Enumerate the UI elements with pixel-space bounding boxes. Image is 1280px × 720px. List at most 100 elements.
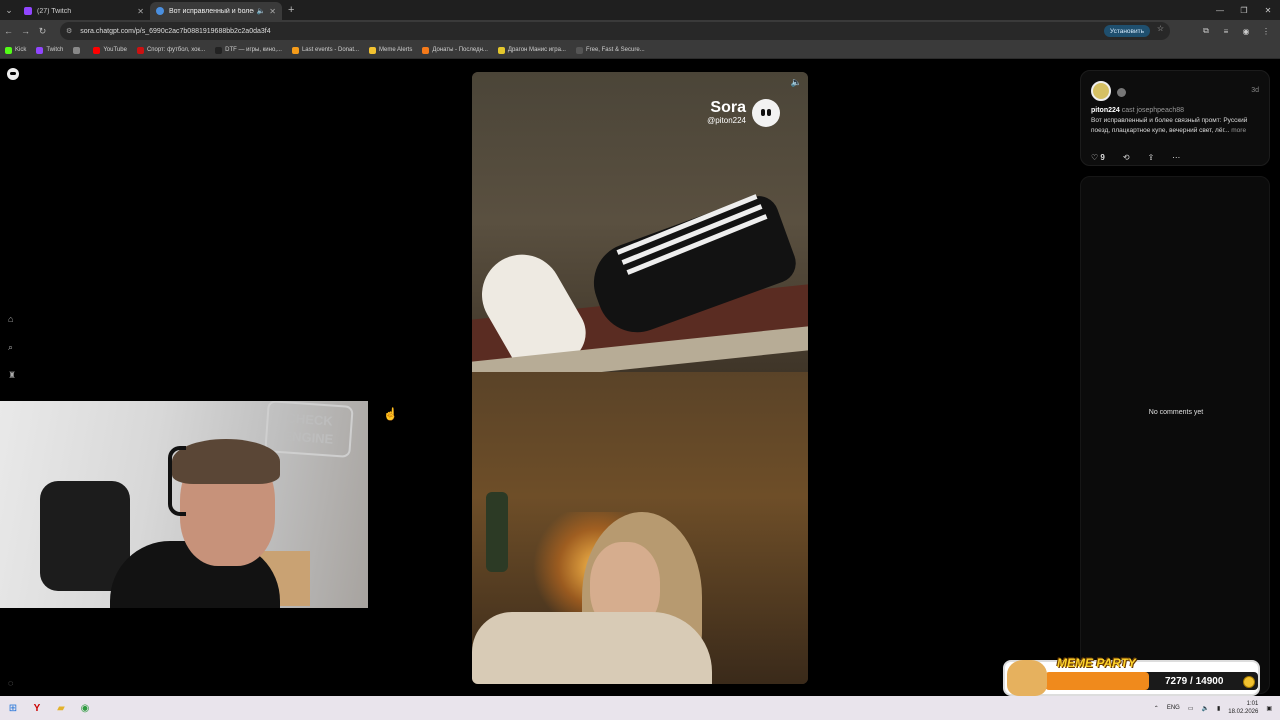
bookmark-favicon-icon	[5, 46, 12, 54]
bookmark-item[interactable]: Last events - Donat...	[291, 46, 359, 54]
post-author-line: piton224 cast josephpeach88	[1091, 107, 1184, 114]
language-indicator[interactable]: ENG	[1167, 705, 1180, 711]
bookmark-label: Twitch	[46, 47, 64, 53]
bookmark-favicon-icon	[36, 46, 44, 54]
address-bar[interactable]: ⚙ sora.chatgpt.com/p/s_6990c2ac7b0881919…	[60, 22, 1170, 40]
bookmark-item[interactable]	[73, 46, 83, 54]
reload-icon[interactable]: ↻	[34, 26, 51, 37]
forward-icon[interactable]: →	[17, 26, 34, 36]
window-controls: — ❐ ✕	[1208, 0, 1280, 20]
bookmark-favicon-icon	[369, 46, 376, 54]
bookmark-item[interactable]: DTF — игры, кино,...	[215, 46, 282, 54]
close-window-icon[interactable]: ✕	[1256, 6, 1280, 15]
windows-taskbar: ⊞ Y ▰ ◉ ⌃ ENG ▭ 🔈 ▮ 1:01 18.02.2026 ▣	[0, 696, 1280, 720]
avatar[interactable]	[1091, 81, 1111, 101]
network-icon[interactable]: ▭	[1188, 705, 1194, 712]
bookmark-favicon-icon	[93, 46, 101, 54]
bookmark-item[interactable]: YouTube	[93, 46, 127, 54]
speaker-icon[interactable]: 🔈	[257, 7, 266, 15]
tab-twitch[interactable]: (27) Twitch ✕	[18, 2, 150, 20]
bookmark-label: Free, Fast & Secure...	[585, 47, 645, 53]
tab-search-icon[interactable]: ≡	[1216, 27, 1236, 36]
bookmark-item[interactable]: Meme Alerts	[369, 46, 412, 54]
minimize-icon[interactable]: —	[1208, 6, 1232, 15]
home-icon[interactable]: ⌂	[8, 314, 13, 324]
more-link[interactable]: more	[1231, 127, 1246, 134]
tab-title: Вот исправленный и более	[169, 7, 254, 15]
post-actions: ♡ 9 ⟲ ⇪ ⋯	[1091, 153, 1198, 162]
back-icon[interactable]: ←	[0, 26, 17, 36]
bookmark-label: YouTube	[103, 47, 127, 53]
sora-logo-icon[interactable]	[7, 68, 19, 80]
clock-date: 18.02.2026	[1228, 709, 1259, 715]
tray-chevron-icon[interactable]: ⌃	[1154, 705, 1159, 712]
close-icon[interactable]: ✕	[269, 7, 276, 16]
post-details-card: 3d piton224 cast josephpeach88 Вот испра…	[1080, 70, 1270, 166]
install-app-button[interactable]: Установить	[1103, 25, 1150, 37]
bookmark-item[interactable]: Free, Fast & Secure...	[575, 46, 645, 54]
remix-icon[interactable]: ⟲	[1123, 153, 1130, 162]
extensions-icon[interactable]: ⧉	[1196, 26, 1216, 36]
bookmark-favicon-icon	[497, 46, 505, 54]
watermark-handle: @piton224	[707, 116, 746, 125]
sora-favicon-icon	[156, 7, 164, 15]
clock[interactable]: 1:01 18.02.2026	[1228, 700, 1258, 716]
headset-image	[168, 446, 186, 516]
like-button[interactable]: ♡ 9	[1091, 153, 1105, 162]
share-icon[interactable]: ⇪	[1148, 153, 1155, 162]
post-cast-text[interactable]: cast josephpeach88	[1122, 107, 1184, 114]
bookmark-item[interactable]: Twitch	[36, 46, 64, 54]
progress-fill	[1045, 672, 1149, 690]
post-age: 3d	[1251, 87, 1259, 94]
webcam-overlay: CHECK ENGINE	[0, 401, 368, 608]
more-options-icon[interactable]: ⋯	[1172, 153, 1180, 162]
post-username[interactable]: piton224	[1091, 107, 1120, 114]
bookmark-item[interactable]: Донаты - Последн...	[422, 46, 488, 54]
settings-icon[interactable]: ◌	[8, 678, 13, 688]
battery-icon[interactable]: ▮	[1217, 705, 1220, 712]
volume-icon[interactable]: 🔈	[791, 77, 802, 88]
bookmark-item[interactable]: Спорт: футбол, хок...	[136, 46, 206, 54]
bookmark-favicon-icon	[291, 46, 299, 54]
meme-party-title: MEME PARTY	[1057, 656, 1136, 670]
sora-watermark: Sora @piton224	[707, 99, 746, 125]
maximize-icon[interactable]: ❐	[1232, 6, 1256, 15]
bookmark-star-icon[interactable]: ☆	[1157, 24, 1164, 33]
yandex-browser-icon[interactable]: Y	[26, 699, 48, 717]
comments-panel: No comments yet	[1080, 176, 1270, 694]
meme-party-widget: MEME PARTY 7279 / 14900	[1003, 656, 1260, 696]
tab-strip: ⌄ (27) Twitch ✕ Вот исправленный и более…	[0, 0, 1280, 20]
cameo-icon[interactable]	[1117, 88, 1126, 97]
tab-sora[interactable]: Вот исправленный и более 🔈 ✕	[150, 2, 282, 20]
volume-icon[interactable]: 🔈	[1202, 705, 1209, 712]
close-icon[interactable]: ✕	[137, 7, 144, 16]
watermark-brand: Sora	[710, 99, 746, 116]
bookmark-favicon-icon	[136, 46, 144, 54]
search-icon[interactable]: ⌕	[8, 342, 13, 353]
new-tab-button[interactable]: +	[288, 4, 294, 16]
install-label: Установить	[1109, 27, 1144, 35]
notifications-icon[interactable]: ▣	[1266, 705, 1272, 712]
streamer-hair-image	[172, 439, 280, 484]
menu-icon[interactable]: ⋮	[1256, 27, 1276, 36]
chrome-icon[interactable]: ◉	[74, 699, 96, 717]
sora-ghost-icon	[752, 99, 780, 127]
post-description: Вот исправленный и более связный промт: …	[1091, 116, 1263, 135]
tab-title: (27) Twitch	[37, 7, 72, 15]
video-player[interactable]: Sora @piton224 🔈	[472, 72, 808, 684]
windows-start-icon[interactable]: ⊞	[2, 699, 24, 717]
bookmark-favicon-icon	[575, 46, 583, 54]
bookmark-item[interactable]: Драгон Манис игра...	[497, 46, 566, 54]
like-count: 9	[1100, 153, 1105, 162]
tab-search-icon[interactable]: ⌄	[0, 0, 18, 20]
bookmark-item[interactable]: Kick	[5, 46, 27, 54]
bookmarks-bar: Kick Twitch YouTube Спорт: футбол, хок... DT…	[0, 42, 1280, 59]
bookmark-label: Kick	[15, 47, 27, 53]
site-info-icon[interactable]: ⚙	[66, 27, 72, 35]
file-explorer-icon[interactable]: ▰	[50, 699, 72, 717]
profile-icon[interactable]: ◉	[1236, 27, 1256, 36]
trophy-icon[interactable]: ♜	[8, 370, 16, 381]
page-viewport: ⌂ ⌕ ♜ ◌ CHECK ENGINE Sora @piton224 🔈 ☝ …	[0, 60, 1280, 696]
twitch-favicon-icon	[24, 7, 32, 15]
bookmark-label: Спорт: футбол, хок...	[146, 47, 206, 53]
